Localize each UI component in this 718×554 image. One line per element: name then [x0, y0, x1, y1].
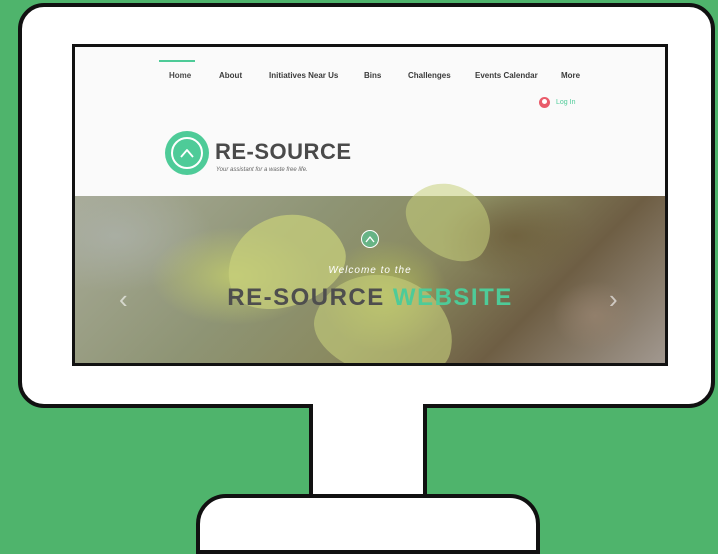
nav-item-events-calendar[interactable]: Events Calendar: [475, 71, 538, 80]
hero-welcome-text: Welcome to the: [328, 265, 412, 276]
brand-tagline: Your assistant for a waste free life.: [216, 167, 308, 173]
hero-title: RE-SOURCE WEBSITE: [75, 284, 665, 312]
nav-active-indicator: [159, 60, 195, 62]
logo-mountain-icon[interactable]: [165, 131, 209, 175]
nav-item-initiatives[interactable]: Initiatives Near Us: [269, 71, 338, 80]
nav-item-more[interactable]: More: [561, 71, 580, 80]
login-button[interactable]: Log In: [539, 97, 575, 108]
nav-item-about[interactable]: About: [219, 71, 242, 80]
login-label: Log In: [556, 99, 576, 106]
chevron-right-icon[interactable]: ›: [609, 286, 618, 312]
hero-banner: Welcome to the RE-SOURCE WEBSITE ‹ ›: [75, 166, 665, 363]
hero-title-website: WEBSITE: [392, 284, 513, 311]
chevron-left-icon[interactable]: ‹: [119, 286, 128, 312]
monitor-stand-base: [196, 494, 540, 554]
nav-item-challenges[interactable]: Challenges: [408, 71, 451, 80]
brand-name: RE-SOURCE: [215, 139, 352, 164]
nav-item-home[interactable]: Home: [169, 71, 191, 80]
hero-title-resource: RE-SOURCE: [227, 284, 393, 311]
website-screen: Home About Initiatives Near Us Bins Chal…: [72, 44, 668, 366]
hero-logo-icon: [361, 230, 379, 248]
nav-item-bins[interactable]: Bins: [364, 71, 381, 80]
monitor-stand-neck: [309, 404, 427, 500]
hero-leaf-image: [393, 166, 507, 276]
user-avatar-icon: [539, 97, 550, 108]
top-navigation: Home About Initiatives Near Us Bins Chal…: [75, 47, 665, 87]
